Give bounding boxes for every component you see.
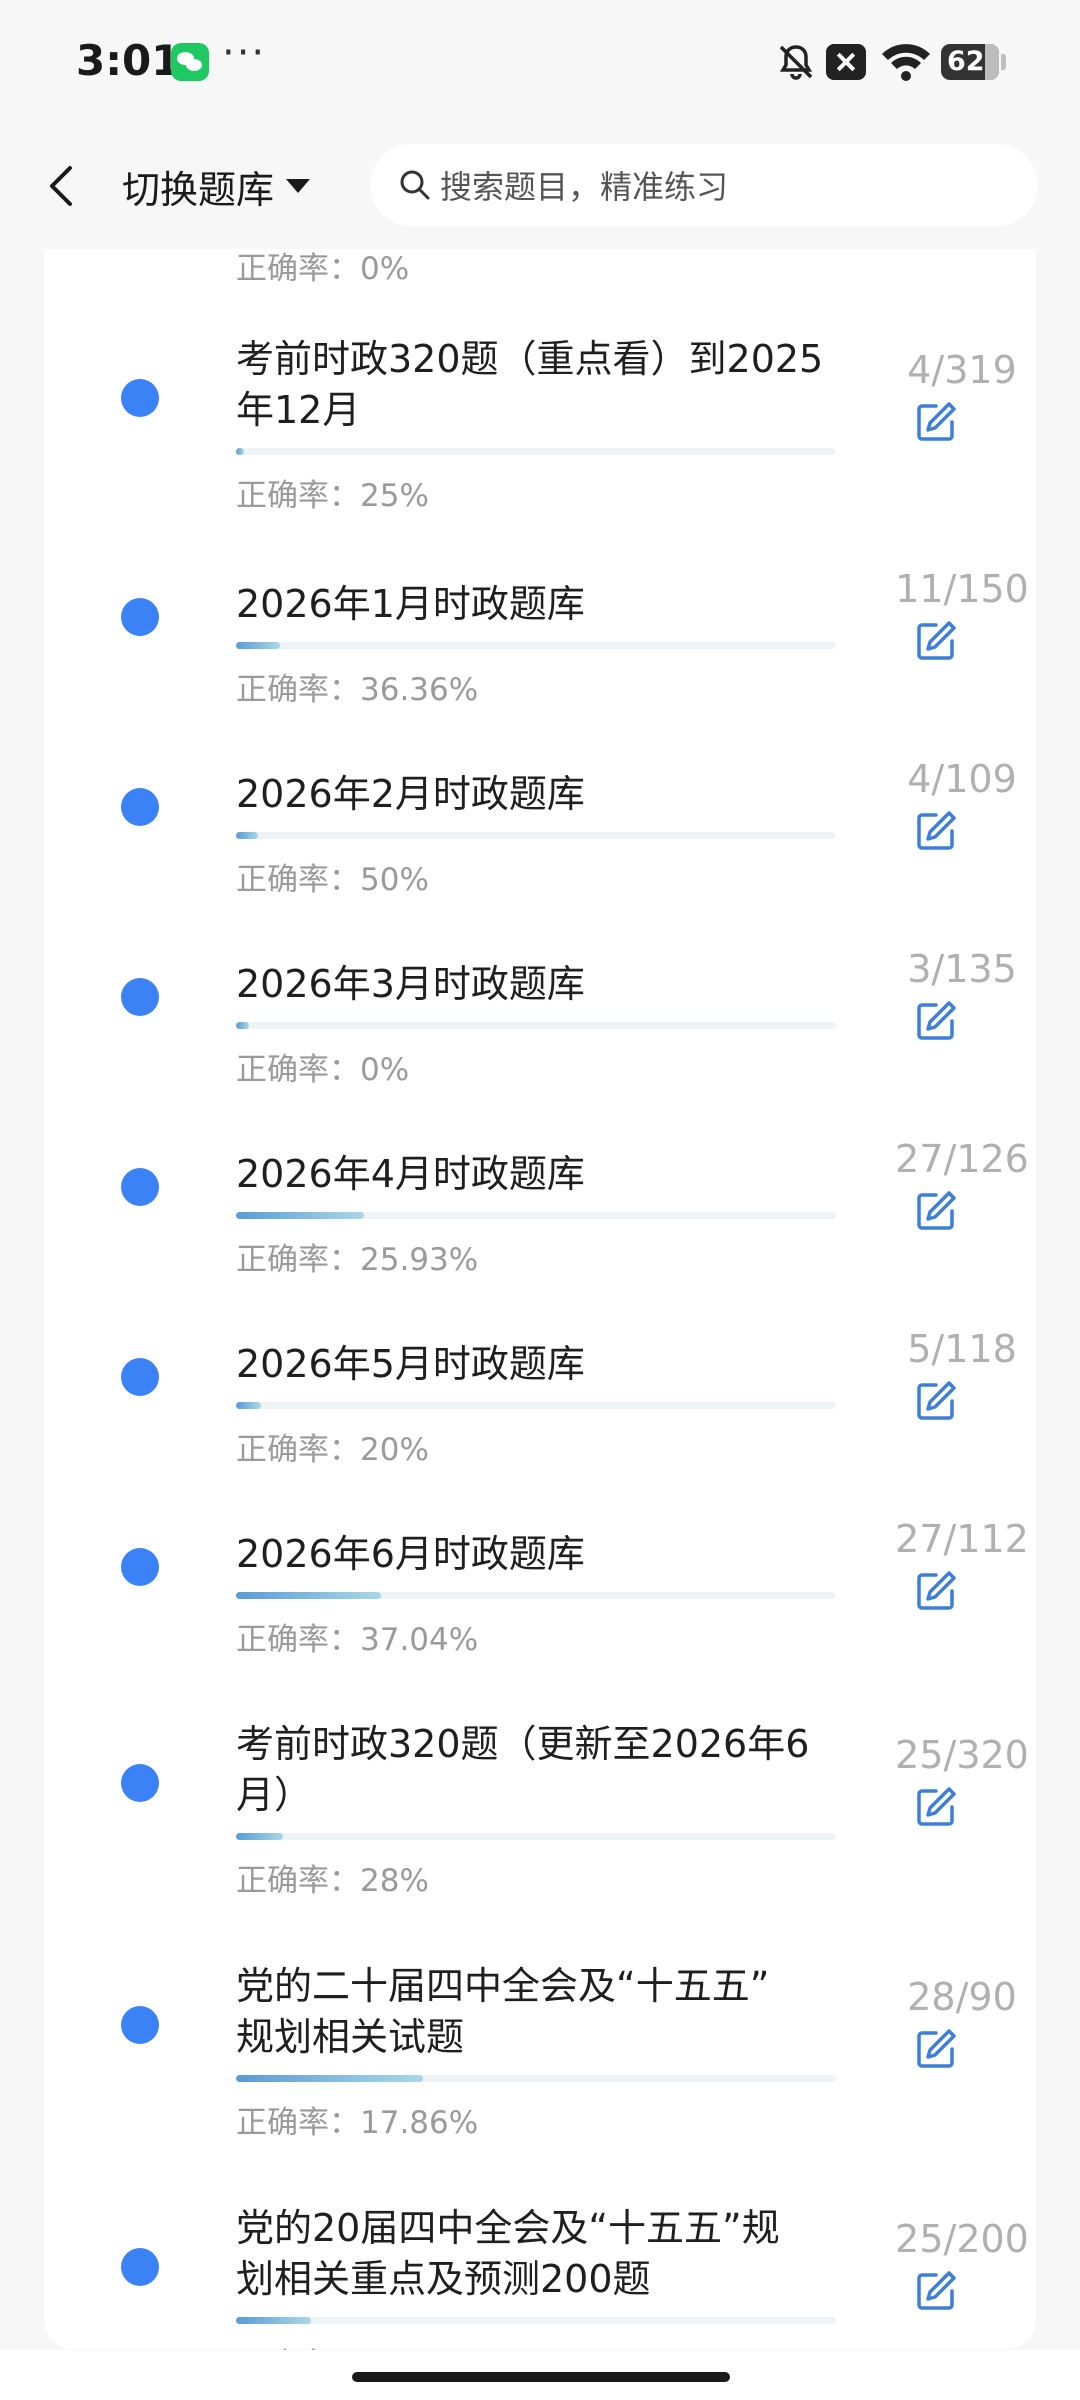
progress-count: 28/90 — [907, 1975, 1017, 2019]
status-dot — [121, 1168, 159, 1206]
progress-count: 25/320 — [895, 1733, 1029, 1777]
status-dot — [121, 2248, 159, 2286]
progress-bar — [236, 1833, 836, 1840]
progress-count: 11/150 — [895, 567, 1029, 611]
status-dot — [121, 598, 159, 636]
progress-bar — [236, 2075, 836, 2082]
back-arrow-icon[interactable] — [40, 160, 84, 212]
edit-icon[interactable] — [914, 2269, 958, 2313]
progress-fill — [236, 1833, 283, 1840]
accuracy-rate: 正确率：50% — [236, 862, 429, 898]
progress-fill — [236, 1212, 365, 1219]
progress-bar — [236, 1402, 836, 1409]
status-time: 3:01 — [76, 36, 181, 85]
question-bank-list: 正确率：0% 考前时政320题（重点看）到2025 年12月正确率：25% 4/31… — [44, 249, 1036, 2383]
status-dot — [121, 1358, 159, 1396]
item-title: 考前时政320题（更新至2026年6 — [236, 1722, 810, 1766]
progress-fill — [236, 832, 259, 839]
item-title: 2026年2月时政题库 — [236, 772, 585, 816]
progress-fill — [236, 2075, 423, 2082]
accuracy-rate: 正确率：25% — [236, 478, 429, 514]
switch-question-bank-label: 切换题库 — [122, 167, 275, 212]
status-dot — [121, 788, 159, 826]
item-title: 划相关重点及预测200题 — [236, 2257, 651, 2301]
progress-bar — [236, 1212, 836, 1219]
progress-bar — [236, 832, 836, 839]
accuracy-rate: 正确率：25.93% — [236, 1242, 479, 1278]
status-dot — [121, 1548, 159, 1586]
item-title: 2026年3月时政题库 — [236, 962, 585, 1006]
progress-count: 27/126 — [895, 1137, 1029, 1181]
status-dot — [121, 978, 159, 1016]
status-bar: 3:01 ··· 62 — [0, 0, 1080, 125]
progress-fill — [236, 2317, 311, 2324]
item-title: 规划相关试题 — [236, 2015, 465, 2059]
status-dot — [121, 1764, 159, 1802]
progress-bar — [236, 642, 836, 649]
wifi-icon — [882, 44, 930, 81]
switch-question-bank-button[interactable]: 切换题库 — [122, 160, 311, 212]
progress-count: 4/109 — [907, 757, 1017, 801]
home-indicator[interactable] — [352, 2372, 730, 2382]
bell-off-icon — [779, 45, 813, 80]
item-title: 党的二十届四中全会及“十五五” — [236, 1964, 770, 2008]
progress-fill — [236, 448, 244, 455]
caret-down-icon — [286, 179, 311, 193]
progress-count: 27/112 — [895, 1517, 1029, 1561]
progress-bar — [236, 448, 836, 455]
edit-icon[interactable] — [914, 400, 958, 444]
item-title: 考前时政320题（重点看）到2025 — [236, 337, 824, 381]
item-title: 2026年5月时政题库 — [236, 1342, 585, 1386]
edit-icon[interactable] — [914, 1569, 958, 1613]
progress-fill — [236, 642, 280, 649]
item-title: 2026年4月时政题库 — [236, 1152, 585, 1196]
progress-fill — [236, 1022, 250, 1029]
item-title: 月） — [236, 1773, 313, 1817]
progress-count: 3/135 — [907, 947, 1017, 991]
edit-icon[interactable] — [914, 1189, 958, 1233]
accuracy-rate: 正确率：28% — [236, 1863, 429, 1899]
edit-icon[interactable] — [914, 809, 958, 853]
battery-tip — [1001, 54, 1006, 70]
accuracy-rate: 正确率：17.86% — [236, 2105, 479, 2141]
wechat-icon — [171, 43, 209, 81]
status-dot — [121, 379, 159, 417]
accuracy-rate: 正确率：20% — [236, 1432, 429, 1468]
edit-icon[interactable] — [914, 1785, 958, 1829]
item-title: 年12月 — [236, 388, 361, 432]
progress-count: 5/118 — [907, 1327, 1017, 1371]
progress-bar — [236, 2317, 836, 2324]
more-notifications-icon: ··· — [222, 30, 267, 76]
accuracy-rate: 正确率：36.36% — [236, 672, 479, 708]
edit-icon[interactable] — [914, 619, 958, 663]
item-title: 2026年1月时政题库 — [236, 582, 585, 626]
edit-icon[interactable] — [914, 999, 958, 1043]
progress-fill — [236, 1592, 381, 1599]
progress-count: 25/200 — [895, 2217, 1029, 2261]
progress-fill — [236, 1402, 262, 1409]
accuracy-rate: 正确率：37.04% — [236, 1622, 479, 1658]
progress-count: 4/319 — [907, 348, 1017, 392]
close-box-icon — [826, 44, 866, 80]
partial-rate-top: 正确率：0% — [236, 251, 410, 287]
battery-icon: 62 — [941, 44, 999, 80]
progress-bar — [236, 1592, 836, 1599]
search-input[interactable]: 搜索题目，精准练习 — [370, 144, 1038, 226]
search-icon — [400, 170, 430, 200]
item-title: 党的20届四中全会及“十五五”规 — [236, 2206, 780, 2250]
item-title: 2026年6月时政题库 — [236, 1532, 585, 1576]
status-dot — [121, 2006, 159, 2044]
progress-bar — [236, 1022, 836, 1029]
accuracy-rate: 正确率：0% — [236, 1052, 410, 1088]
search-placeholder: 搜索题目，精准练习 — [440, 168, 729, 206]
edit-icon[interactable] — [914, 2027, 958, 2071]
edit-icon[interactable] — [914, 1379, 958, 1423]
